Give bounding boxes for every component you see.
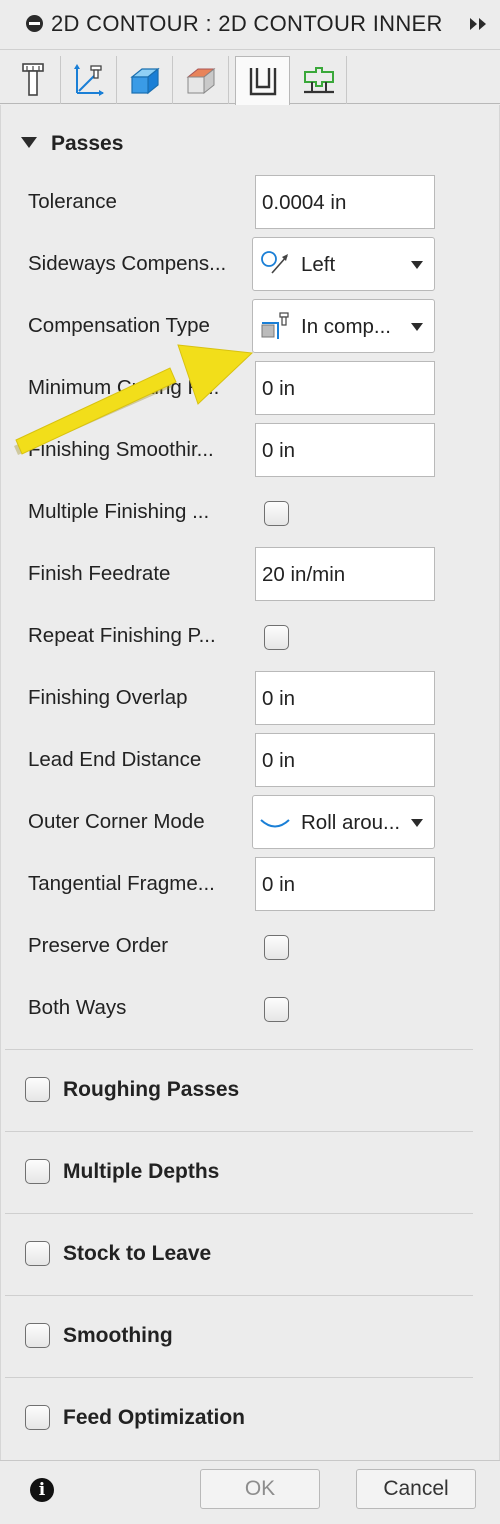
dropdown-arrow-icon <box>411 819 423 827</box>
finishing-smoothing-row: Finishing Smoothir... 0 in <box>1 423 500 479</box>
multiple-finishing-row: Multiple Finishing ... <box>1 485 500 541</box>
finishing-smoothing-label: Finishing Smoothir... <box>28 438 214 461</box>
passes-section-title: Passes <box>51 132 124 155</box>
tab-passes[interactable] <box>235 56 290 106</box>
collapse-triangle-icon[interactable] <box>21 137 37 148</box>
tab-stock[interactable] <box>174 56 229 104</box>
both-ways-row: Both Ways <box>1 981 500 1037</box>
feed-optimization-checkbox[interactable] <box>25 1405 50 1430</box>
roll-around-icon <box>260 819 290 828</box>
geometry-icon <box>74 64 104 96</box>
minimum-cutting-radius-row: Minimum Cutting R... 0 in <box>1 361 500 417</box>
outer-corner-mode-select[interactable]: Roll arou... <box>252 795 435 849</box>
stock-to-leave-checkbox[interactable] <box>25 1241 50 1266</box>
tolerance-label: Tolerance <box>28 190 117 213</box>
lead-end-distance-row: Lead End Distance 0 in <box>1 733 500 789</box>
finishing-overlap-row: Finishing Overlap 0 in <box>1 671 500 727</box>
left-compensation-icon <box>261 251 288 274</box>
tangential-fragment-input[interactable]: 0 in <box>255 857 435 911</box>
compensation-type-select[interactable]: In comp... <box>252 299 435 353</box>
multiple-depths-checkbox[interactable] <box>25 1159 50 1184</box>
linking-icon <box>304 67 334 94</box>
multiple-depths-label: Multiple Depths <box>63 1160 220 1183</box>
collapse-icon[interactable] <box>26 15 43 32</box>
tolerance-row: Tolerance 0.0004 in <box>1 175 500 231</box>
finishing-smoothing-input[interactable]: 0 in <box>255 423 435 477</box>
both-ways-checkbox[interactable] <box>264 997 289 1022</box>
title-bar: 2D CONTOUR : 2D CONTOUR INNER <box>0 0 500 50</box>
stock-to-leave-label: Stock to Leave <box>63 1242 212 1265</box>
stock-to-leave-group: Stock to Leave <box>5 1213 473 1295</box>
feed-optimization-label: Feed Optimization <box>63 1406 246 1429</box>
cancel-button[interactable]: Cancel <box>356 1469 476 1509</box>
ok-button[interactable]: OK <box>200 1469 320 1509</box>
preserve-order-row: Preserve Order <box>1 919 500 975</box>
passes-icon <box>249 67 276 95</box>
tab-tool[interactable] <box>6 56 61 104</box>
finish-feedrate-label: Finish Feedrate <box>28 562 171 585</box>
tool-icon <box>22 63 44 96</box>
smoothing-checkbox[interactable] <box>25 1323 50 1348</box>
outer-corner-mode-row: Outer Corner Mode Roll arou... <box>1 795 500 851</box>
tangential-fragment-label: Tangential Fragme... <box>28 872 215 895</box>
dialog-title: 2D CONTOUR : 2D CONTOUR INNER <box>51 11 443 36</box>
tab-bar <box>0 50 500 106</box>
compensation-type-label: Compensation Type <box>28 314 210 337</box>
sideways-compensation-label: Sideways Compens... <box>28 252 227 275</box>
dropdown-arrow-icon <box>411 323 423 331</box>
repeat-finishing-row: Repeat Finishing P... <box>1 609 500 665</box>
preserve-order-checkbox[interactable] <box>264 935 289 960</box>
both-ways-label: Both Ways <box>28 996 127 1019</box>
in-computer-icon <box>261 312 289 339</box>
minimum-cutting-radius-input[interactable]: 0 in <box>255 361 435 415</box>
tab-heights[interactable] <box>118 56 173 104</box>
smoothing-group: Smoothing <box>5 1295 473 1377</box>
sideways-compensation-row: Sideways Compens... Left <box>1 237 500 293</box>
minimum-cutting-radius-label: Minimum Cutting R... <box>28 376 220 399</box>
preserve-order-label: Preserve Order <box>28 934 169 957</box>
tab-geometry[interactable] <box>62 56 117 104</box>
tangential-fragment-row: Tangential Fragme... 0 in <box>1 857 500 913</box>
repeat-finishing-checkbox[interactable] <box>264 625 289 650</box>
smoothing-label: Smoothing <box>63 1324 173 1347</box>
outer-corner-mode-label: Outer Corner Mode <box>28 810 205 833</box>
compensation-type-row: Compensation Type In comp... <box>1 299 500 355</box>
multiple-depths-group: Multiple Depths <box>5 1131 473 1213</box>
expand-icon[interactable] <box>470 17 488 31</box>
roughing-passes-label: Roughing Passes <box>63 1078 240 1101</box>
stock-icon <box>186 67 216 95</box>
multiple-finishing-checkbox[interactable] <box>264 501 289 526</box>
lead-end-distance-label: Lead End Distance <box>28 748 202 771</box>
dialog-footer: i OK Cancel <box>0 1460 500 1524</box>
roughing-passes-group: Roughing Passes <box>5 1049 473 1131</box>
lead-end-distance-input[interactable]: 0 in <box>255 733 435 787</box>
finishing-overlap-label: Finishing Overlap <box>28 686 188 709</box>
sideways-compensation-select[interactable]: Left <box>252 237 435 291</box>
finishing-overlap-input[interactable]: 0 in <box>255 671 435 725</box>
finish-feedrate-row: Finish Feedrate 20 in/min <box>1 547 500 603</box>
finish-feedrate-input[interactable]: 20 in/min <box>255 547 435 601</box>
roughing-passes-checkbox[interactable] <box>25 1077 50 1102</box>
dropdown-arrow-icon <box>411 261 423 269</box>
passes-section-header[interactable]: Passes <box>1 123 500 163</box>
repeat-finishing-label: Repeat Finishing P... <box>28 624 216 647</box>
tolerance-input[interactable]: 0.0004 in <box>255 175 435 229</box>
info-icon[interactable]: i <box>30 1478 54 1502</box>
passes-panel: Passes Tolerance 0.0004 in Sideways Comp… <box>0 105 500 1460</box>
tab-linking[interactable] <box>292 56 347 104</box>
multiple-finishing-label: Multiple Finishing ... <box>28 500 210 523</box>
feed-optimization-group: Feed Optimization <box>5 1377 473 1459</box>
heights-icon <box>130 67 160 95</box>
